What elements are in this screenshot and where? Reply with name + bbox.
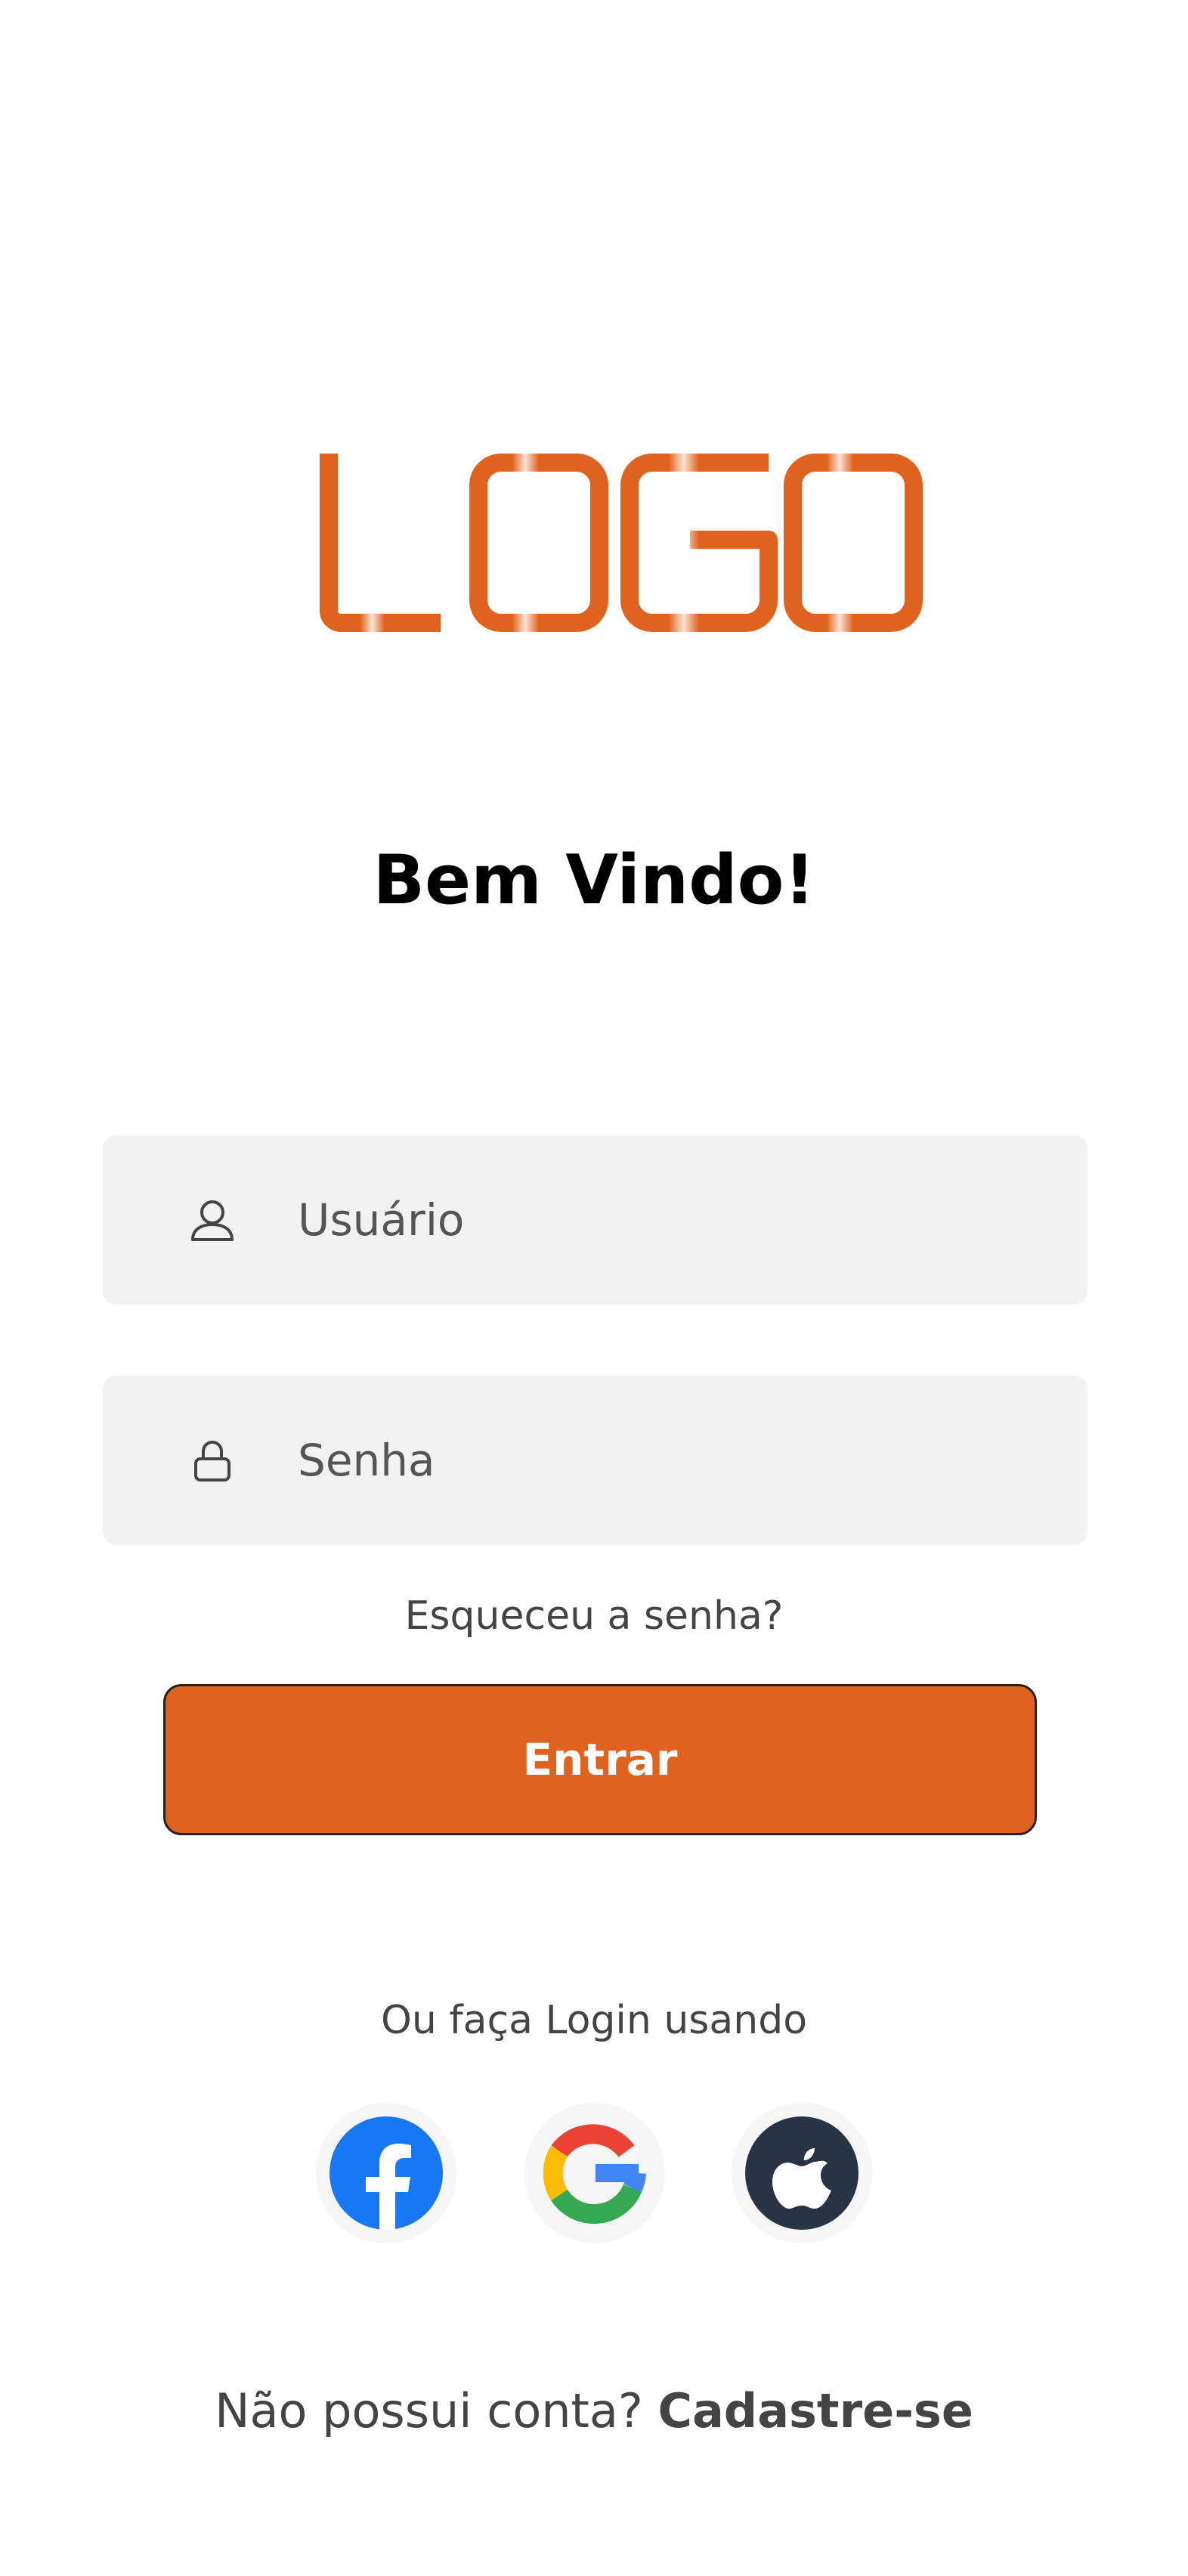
logo-image: [320, 454, 923, 632]
username-field[interactable]: [103, 1135, 1087, 1305]
facebook-icon: [329, 2116, 443, 2230]
password-field[interactable]: [103, 1376, 1087, 1545]
signup-link[interactable]: Cadastre-se: [657, 2383, 973, 2438]
social-login-prompt: Ou faça Login usando: [380, 1998, 808, 2043]
password-input[interactable]: [298, 1415, 1053, 1506]
lock-icon: [188, 1436, 237, 1485]
google-icon: [543, 2124, 646, 2225]
forgot-password-link[interactable]: Esqueceu a senha?: [0, 1586, 1188, 1646]
facebook-login-button[interactable]: [316, 2103, 456, 2243]
apple-icon: [745, 2116, 859, 2230]
user-icon: [188, 1196, 237, 1244]
username-input[interactable]: [298, 1175, 1053, 1265]
page-title: Bem Vindo!: [373, 841, 815, 920]
apple-login-button[interactable]: [732, 2103, 872, 2243]
signup-prompt: Não possui conta?: [215, 2383, 658, 2438]
logo: [320, 454, 924, 635]
login-button[interactable]: Entrar: [163, 1684, 1037, 1835]
google-login-button[interactable]: [524, 2103, 665, 2243]
signup-row: Não possui conta? Cadastre-se: [0, 2377, 1188, 2445]
